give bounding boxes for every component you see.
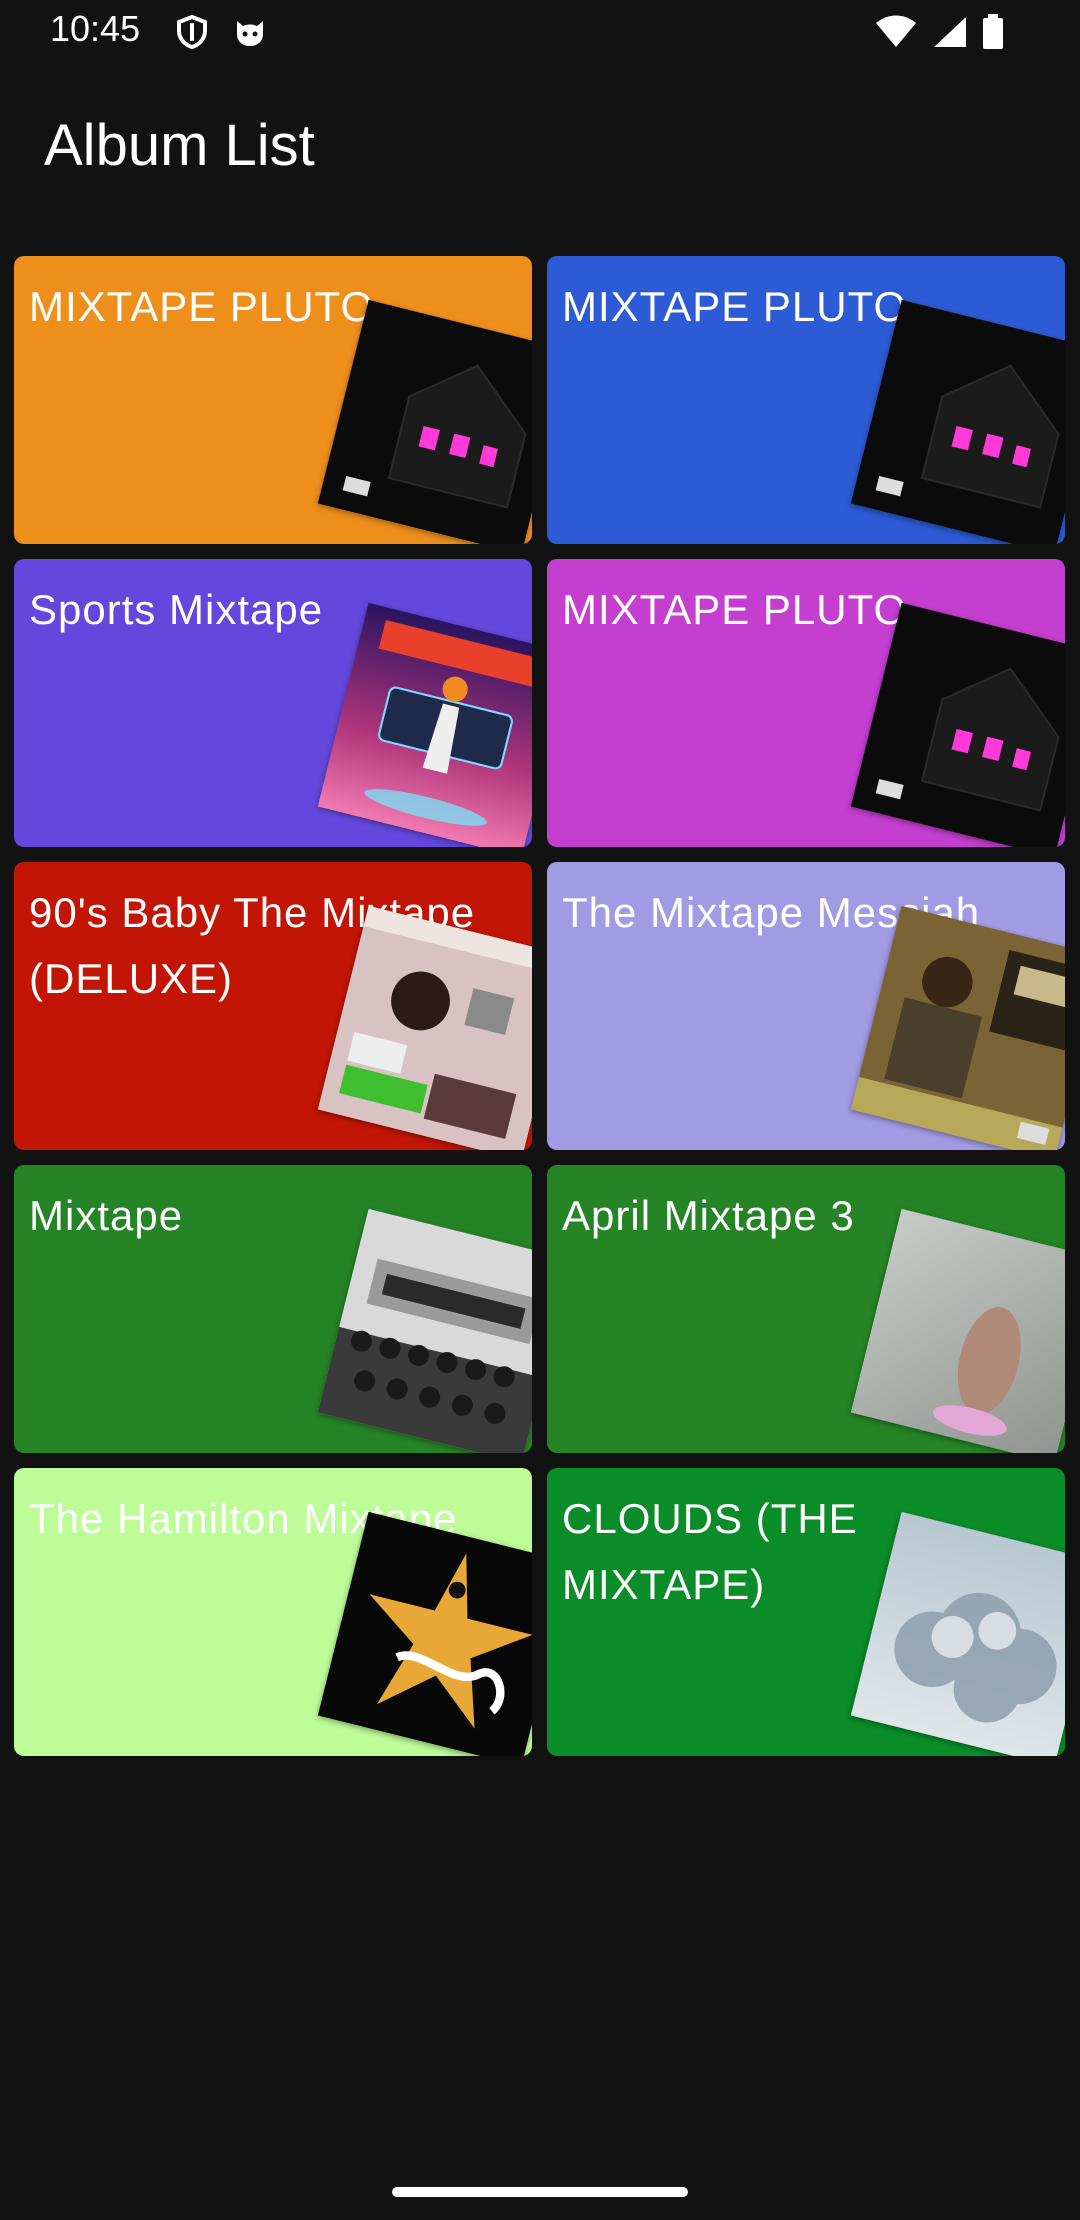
- album-card[interactable]: MIXTAPE PLUTO: [547, 559, 1065, 847]
- phone-screen: 10:45 Album List MIXTAPE PLUTO MIXTAPE P…: [0, 0, 1080, 2220]
- status-bar: 10:45: [0, 0, 1080, 66]
- album-card[interactable]: April Mixtape 3: [547, 1165, 1065, 1453]
- album-card[interactable]: The Hamilton Mixtape: [14, 1468, 532, 1756]
- status-time: 10:45: [50, 8, 141, 49]
- page-title: Album List: [44, 113, 315, 178]
- album-card[interactable]: Mixtape: [14, 1165, 532, 1453]
- album-grid: MIXTAPE PLUTO MIXTAPE PLUTO Sports Mixta…: [14, 256, 1066, 1756]
- album-card[interactable]: CLOUDS (THE MIXTAPE): [547, 1468, 1065, 1756]
- shield-icon: [174, 14, 210, 55]
- status-right-icons: [876, 14, 1004, 55]
- wifi-icon: [876, 15, 916, 54]
- home-indicator[interactable]: [392, 2187, 688, 2197]
- album-card[interactable]: MIXTAPE PLUTO: [14, 256, 532, 544]
- cat-face-icon: [232, 14, 268, 55]
- battery-icon: [982, 14, 1004, 55]
- album-card[interactable]: The Mixtape Messiah: [547, 862, 1065, 1150]
- cell-signal-icon: [932, 15, 966, 54]
- album-card[interactable]: MIXTAPE PLUTO: [547, 256, 1065, 544]
- album-card[interactable]: Sports Mixtape: [14, 559, 532, 847]
- album-card[interactable]: 90's Baby The Mixtape (DELUXE): [14, 862, 532, 1150]
- status-left-icons: [174, 14, 268, 55]
